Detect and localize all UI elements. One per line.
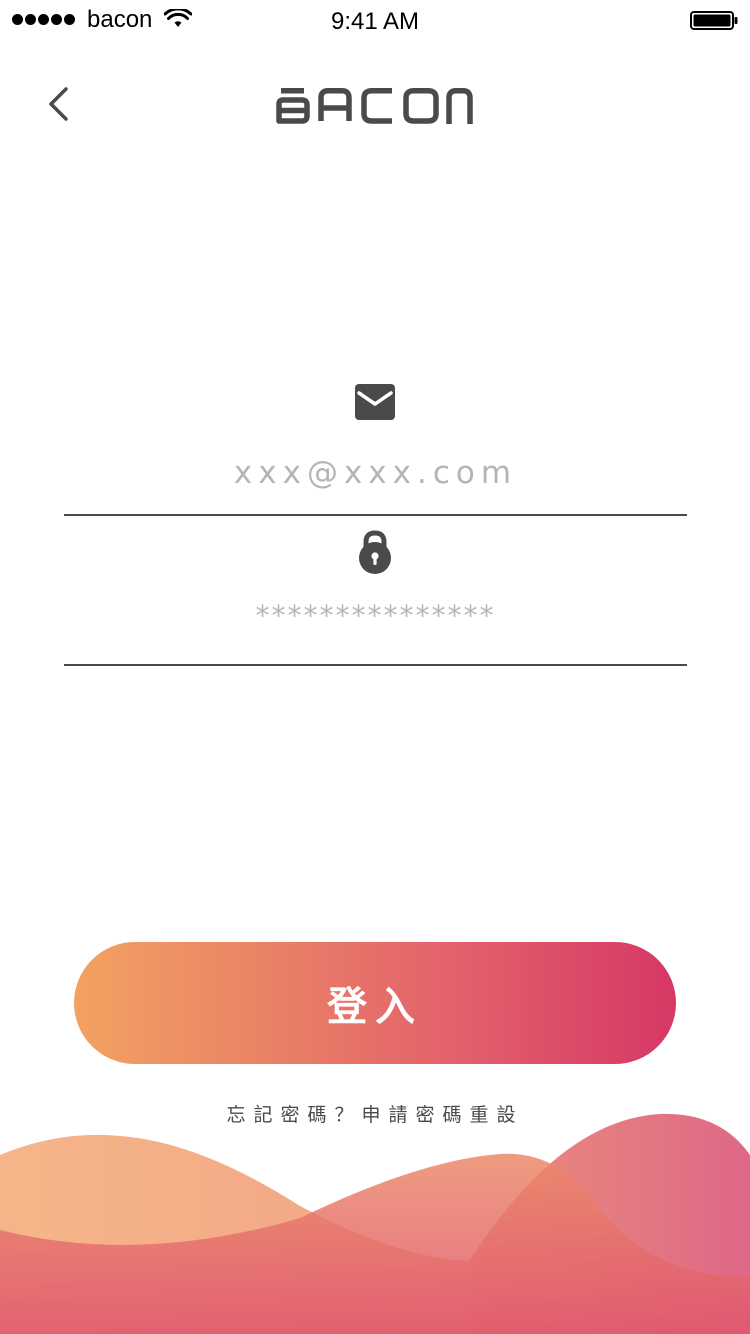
back-button[interactable]: [40, 84, 80, 124]
email-input[interactable]: [64, 448, 687, 498]
password-input[interactable]: [64, 590, 687, 640]
envelope-icon: [355, 384, 395, 420]
lock-icon-wrapper: [0, 530, 750, 574]
login-button-label: 登入: [327, 984, 423, 1030]
status-time: 9:41 AM: [330, 8, 420, 35]
password-field[interactable]: [64, 590, 687, 666]
battery-icon: [690, 11, 738, 30]
email-field[interactable]: [64, 448, 687, 516]
email-icon-wrapper: [0, 384, 750, 420]
decorative-waves: [0, 1113, 750, 1334]
lock-icon: [359, 530, 391, 574]
status-bar: bacon 9:41 AM: [0, 0, 750, 40]
bacon-logo: [276, 88, 473, 124]
chevron-left-icon: [49, 87, 68, 121]
login-button[interactable]: 登入: [74, 942, 676, 1064]
